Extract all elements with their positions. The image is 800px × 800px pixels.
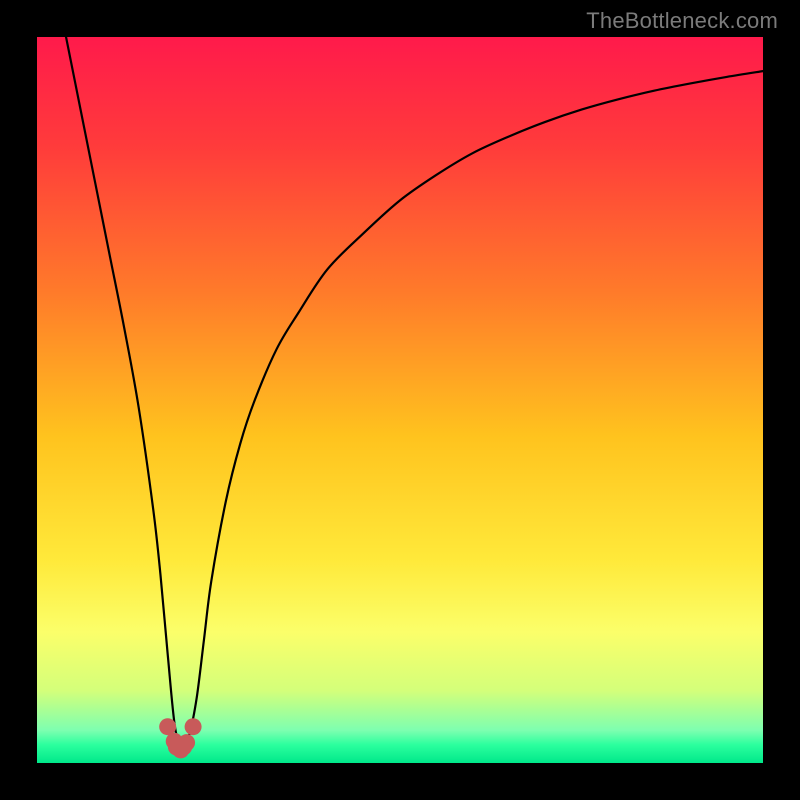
gradient-background [37,37,763,763]
chart-canvas [37,37,763,763]
chart-frame: TheBottleneck.com [0,0,800,800]
minimum-marker [159,718,176,735]
minimum-marker [185,718,202,735]
plot-area [37,37,763,763]
watermark-text: TheBottleneck.com [586,8,778,34]
minimum-marker [178,734,195,751]
